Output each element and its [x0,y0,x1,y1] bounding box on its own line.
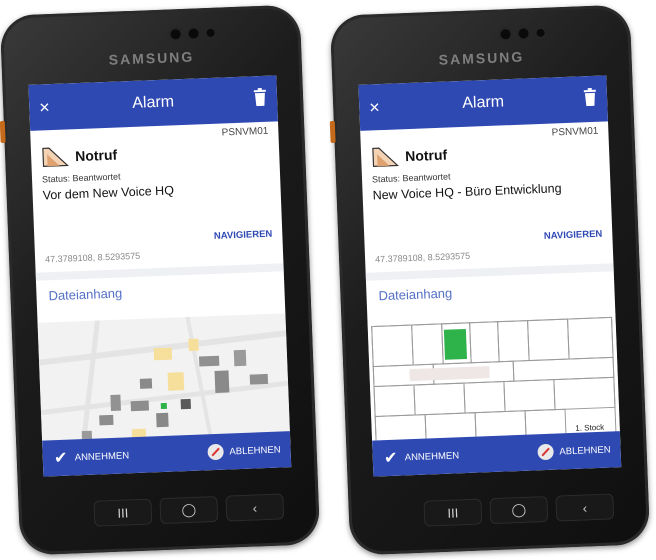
hardware-nav: III ◯ ‹ [93,493,285,532]
accept-button[interactable]: ✔ ANNEHMEN [372,447,469,468]
back-button[interactable]: ‹ [555,493,615,522]
side-key[interactable] [0,120,6,144]
device-code: PSNVM01 [221,125,269,139]
alert-title: Notruf [74,146,118,165]
recent-apps-button[interactable]: III [423,498,483,527]
coordinates: 47.3789108, 8.5293575 [374,250,471,265]
checkmark-icon: ✔ [53,449,68,468]
trash-icon[interactable] [583,87,598,107]
recent-apps-button[interactable]: III [93,498,153,527]
coordinates: 47.3789108, 8.5293575 [44,250,141,265]
alarm-card: PSNVM01 Notruf Status: Beantwortet Vor d… [30,121,284,281]
camera-lens [500,29,511,40]
accept-label: ANNEHMEN [404,449,460,463]
decline-button[interactable]: ABLEHNEN [197,441,291,461]
decline-button[interactable]: ABLEHNEN [527,441,621,461]
navigate-link[interactable]: NAVIGIEREN [544,229,603,242]
decline-icon [207,443,224,461]
home-button[interactable]: ◯ [159,495,219,525]
app-title: Alarm [131,93,175,112]
home-button[interactable]: ◯ [489,495,549,525]
hardware-nav: III ◯ ‹ [423,493,615,532]
decline-label: ABLEHNEN [229,443,281,457]
sensor [206,28,215,38]
brand-logo: SAMSUNG [438,48,525,68]
camera-lens [518,28,529,39]
sensor [536,28,545,38]
screen: × Alarm PSNVM01 Notruf Status: Beantwort… [28,75,292,477]
decline-label: ABLEHNEN [559,443,611,457]
back-button[interactable]: ‹ [225,493,285,522]
decline-icon [537,443,554,461]
phone-left: SAMSUNG × Alarm PSNVM01 Notruf Status: B… [0,4,321,556]
accept-button[interactable]: ✔ ANNEHMEN [42,447,139,468]
brand-logo: SAMSUNG [108,48,195,68]
checkmark-icon: ✔ [383,449,398,468]
alarm-card: PSNVM01 Notruf Status: Beantwortet New V… [360,121,614,281]
camera-lens [188,28,199,39]
app-title: Alarm [461,93,505,112]
alarm-hand-icon [42,147,70,168]
device-code: PSNVM01 [551,125,599,139]
trash-icon[interactable] [253,87,268,107]
alarm-hand-icon [372,147,400,168]
camera-lens [170,29,181,40]
phone-right: SAMSUNG × Alarm PSNVM01 Notruf Status: B… [329,4,651,556]
side-key[interactable] [329,120,336,144]
alert-title: Notruf [404,146,448,165]
screen: × Alarm PSNVM01 Notruf Status: Beantwort… [358,75,622,477]
navigate-link[interactable]: NAVIGIEREN [214,229,273,242]
accept-label: ANNEHMEN [74,449,130,463]
